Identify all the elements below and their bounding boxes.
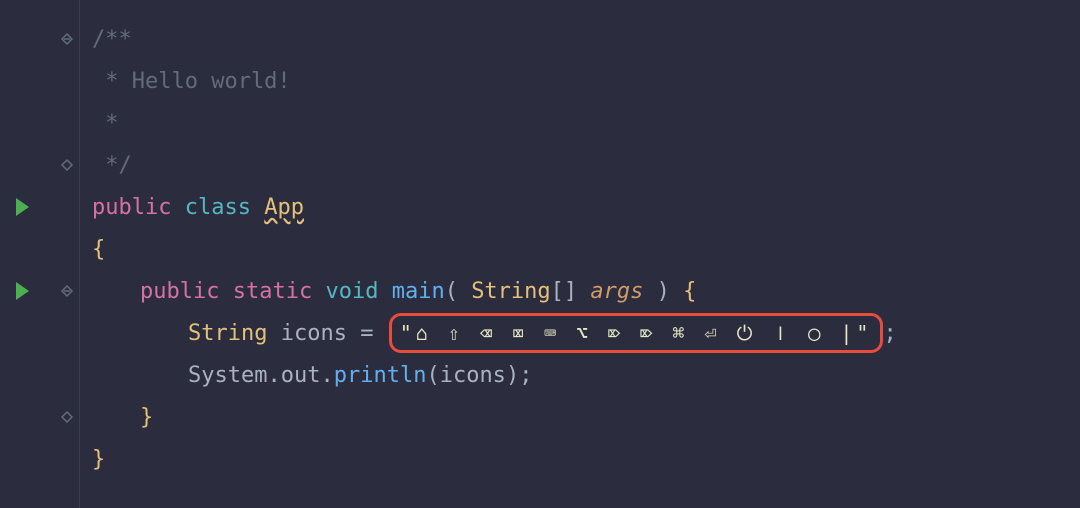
parameter: args	[590, 275, 643, 308]
fold-minus-icon[interactable]	[59, 31, 75, 47]
gutter-line	[0, 18, 79, 60]
paren-close: )	[506, 359, 519, 392]
run-icon[interactable]	[16, 198, 29, 216]
method-name: main	[392, 275, 445, 308]
equals: =	[347, 317, 387, 350]
identifier: out	[281, 359, 321, 392]
type: String	[188, 317, 267, 350]
brackets: []	[551, 275, 578, 308]
keyword-static: static	[233, 275, 312, 308]
code-line: String icons = "⌂ ⇧ ⌫ ⌧ ⌨ ⌥ ⌦ ⌦ ⌘ ⏎ ⏻ ⏽ …	[92, 312, 1068, 354]
highlight-annotation: "⌂ ⇧ ⌫ ⌧ ⌨ ⌥ ⌦ ⌦ ⌘ ⏎ ⏻ ⏽ ◯ |"	[389, 313, 884, 353]
code-line: /**	[92, 18, 1068, 60]
gutter-line	[0, 228, 79, 270]
keyword-public: public	[140, 275, 219, 308]
gutter-line	[0, 186, 79, 228]
paren-open: (	[445, 275, 458, 308]
paren-open: (	[426, 359, 439, 392]
type: String	[471, 275, 550, 308]
string-literal: "⌂ ⇧ ⌫ ⌧ ⌨ ⌥ ⌦ ⌦ ⌘ ⏎ ⏻ ⏽ ◯ |"	[400, 318, 873, 348]
paren-close: )	[657, 275, 670, 308]
code-line: *	[92, 102, 1068, 144]
gutter-line	[0, 102, 79, 144]
variable: icons	[281, 317, 347, 350]
fold-minus-icon[interactable]	[59, 283, 75, 299]
dot: .	[320, 359, 333, 392]
code-line: {	[92, 228, 1068, 270]
comment-text: */	[92, 149, 132, 182]
dot: .	[267, 359, 280, 392]
gutter-line	[0, 354, 79, 396]
keyword-class: class	[185, 191, 251, 224]
code-line: public static void main( String[] args )…	[92, 270, 1068, 312]
class-name: App	[264, 191, 304, 224]
gutter-line	[0, 312, 79, 354]
identifier: System	[188, 359, 267, 392]
code-line: * Hello world!	[92, 60, 1068, 102]
method-name: println	[334, 359, 427, 392]
comment-text: * Hello world!	[92, 65, 291, 98]
brace-open: {	[92, 233, 105, 266]
fold-diamond-icon[interactable]	[59, 157, 75, 173]
brace-close: }	[140, 401, 153, 434]
brace-open: {	[683, 275, 696, 308]
comment-text: /**	[92, 23, 132, 56]
semicolon: ;	[519, 359, 532, 392]
comment-text: *	[92, 107, 119, 140]
argument: icons	[440, 359, 506, 392]
brace-close: }	[92, 443, 105, 476]
gutter-line	[0, 60, 79, 102]
code-line: }	[92, 396, 1068, 438]
code-line: */	[92, 144, 1068, 186]
gutter-line	[0, 270, 79, 312]
code-line: public class App	[92, 186, 1068, 228]
keyword-public: public	[92, 191, 171, 224]
keyword-void: void	[325, 275, 378, 308]
gutter-line	[0, 438, 79, 480]
fold-diamond-icon[interactable]	[59, 409, 75, 425]
code-line: }	[92, 438, 1068, 480]
gutter-line	[0, 396, 79, 438]
code-editor[interactable]: /** * Hello world! * */ public class App…	[80, 0, 1080, 508]
gutter-line	[0, 144, 79, 186]
code-line: System.out.println(icons);	[92, 354, 1068, 396]
editor-gutter	[0, 0, 80, 508]
run-icon[interactable]	[16, 282, 29, 300]
semicolon: ;	[883, 317, 896, 350]
